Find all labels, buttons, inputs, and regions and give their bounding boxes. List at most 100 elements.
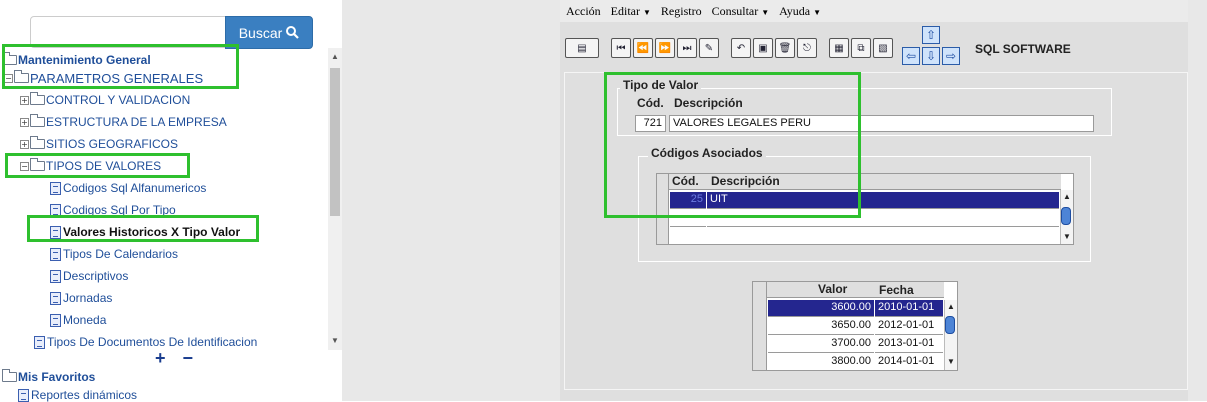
tree-item-label: Mantenimiento General [18,53,151,67]
codigos-scroll-thumb[interactable] [1061,207,1071,225]
copy-icon[interactable]: ⧉ [851,38,871,58]
collapse-icon[interactable]: − [20,161,29,171]
print-icon[interactable]: ▧ [873,38,893,58]
tree-item-valores-historicos[interactable]: Valores Historicos X Tipo Valor [50,222,240,242]
scroll-down-icon[interactable]: ▼ [330,336,340,348]
delete-icon[interactable]: 🗑 [775,38,795,58]
tree-item-mantenimiento-general[interactable]: Mantenimiento General [2,50,151,70]
scroll-down-icon[interactable]: ▼ [945,357,957,369]
codigo-cell[interactable] [670,228,706,245]
arrow-left-icon[interactable]: ⇦ [902,47,920,65]
row-selector-gutter [657,174,669,244]
tree-item-label: Descriptivos [63,269,129,283]
col-fecha-header: Fecha [879,283,914,297]
menu-bar: Acción Editar ▼ Registro Consultar ▼ Ayuda… [560,0,1188,22]
expand-icon[interactable]: + [20,95,29,105]
valor-cell[interactable]: 3650.00 [768,318,874,335]
tree-scroll-thumb[interactable] [330,68,340,216]
tree-item-codigos-sql-por-tipo[interactable]: Codigos Sql Por Tipo [50,200,176,220]
descripcion-cell[interactable]: UIT [707,192,1059,209]
document-icon [50,313,61,327]
tipo-valor-legend: Tipo de Valor [620,78,702,92]
arrow-up-icon[interactable]: ⇧ [922,26,940,44]
scroll-up-icon[interactable]: ▲ [330,52,340,64]
previous-page-icon[interactable]: ⏪ [633,38,653,58]
fecha-cell[interactable]: 2013-01-01 [875,336,943,353]
dropdown-arrow-icon: ▼ [642,7,651,17]
save-icon[interactable]: ▣ [753,38,773,58]
codigo-cell[interactable] [670,210,706,227]
database-icon[interactable]: ▤ [565,38,599,58]
folder-open-icon [2,52,17,65]
navigation-arrows: ⇧ ⇦ ⇩ ⇨ [898,26,964,68]
valor-cell[interactable]: 3700.00 [768,336,874,353]
menu-registro[interactable]: Registro [661,4,702,19]
menu-label: Consultar [711,3,759,18]
first-record-icon[interactable]: ⏮ [611,38,631,58]
expand-collapse-all[interactable]: + − [155,348,199,369]
valor-cell[interactable]: 3800.00 [768,354,874,371]
report-icon[interactable]: ▦ [829,38,849,58]
tree-item-tipos-de-valores[interactable]: − TIPOS DE VALORES [20,156,161,176]
favorites-root[interactable]: Mis Favoritos [2,369,95,384]
tree-item-label: PARAMETROS GENERALES [30,70,204,86]
search-input[interactable] [30,16,226,48]
cod-input[interactable]: 721 [635,115,666,132]
tree-item-tipos-calendarios[interactable]: Tipos De Calendarios [50,244,178,264]
favorite-item-label: Reportes dinámicos [31,388,138,402]
valor-cell[interactable]: 3600.00 [768,300,874,317]
tree-item-estructura-empresa[interactable]: + ESTRUCTURA DE LA EMPRESA [20,112,227,132]
fecha-cell[interactable]: 2014-01-01 [875,354,943,371]
document-icon [50,247,61,261]
next-page-icon[interactable]: ⏩ [655,38,675,58]
descripcion-input[interactable]: VALORES LEGALES PERU [669,115,1094,132]
codigos-asociados-legend: Códigos Asociados [648,146,766,160]
tree-item-moneda[interactable]: Moneda [50,310,106,330]
codigo-cell[interactable]: 25 [670,192,706,209]
tree-item-descriptivos[interactable]: Descriptivos [50,266,128,286]
brand-label: SQL SOFTWARE [975,42,1071,56]
search-button[interactable]: Buscar [225,16,313,49]
col-cod-header: Cód. [672,174,699,188]
tree-item-codigos-sql-alfanumericos[interactable]: Codigos Sql Alfanumericos [50,178,206,198]
folder-icon [30,136,45,149]
menu-consultar[interactable]: Consultar ▼ [712,4,770,19]
scroll-up-icon[interactable]: ▲ [1061,192,1073,204]
folder-icon [30,114,45,127]
tree-item-jornadas[interactable]: Jornadas [50,288,112,308]
expand-icon[interactable]: + [20,117,29,127]
document-icon [18,388,29,402]
favorite-item-reportes[interactable]: Reportes dinámicos [18,388,137,402]
descripcion-cell[interactable] [707,210,1059,227]
tree-item-label: ESTRUCTURA DE LA EMPRESA [46,115,227,129]
tree-item-label: Tipos De Documentos De Identificacion [47,335,258,349]
tree-item-parametros-generales[interactable]: − PARAMETROS GENERALES [4,68,203,88]
fecha-cell[interactable]: 2012-01-01 [875,318,943,335]
dropdown-arrow-icon: ▼ [761,7,770,17]
edit-icon[interactable]: ✎ [699,38,719,58]
undo-icon[interactable]: ↶ [731,38,751,58]
last-record-icon[interactable]: ⏭ [677,38,697,58]
collapse-icon[interactable]: − [4,73,13,83]
menu-editar[interactable]: Editar ▼ [611,4,651,19]
fecha-cell[interactable]: 2010-01-01 [875,300,943,317]
menu-ayuda[interactable]: Ayuda ▼ [779,4,821,19]
document-icon [50,291,61,305]
exit-icon[interactable]: ⎋ [797,38,817,58]
arrow-down-icon[interactable]: ⇩ [922,47,940,65]
menu-accion[interactable]: Acción [566,4,601,19]
arrow-right-icon[interactable]: ⇨ [942,47,960,65]
tree-item-label: Tipos De Calendarios [63,247,178,261]
expand-icon[interactable]: + [20,139,29,149]
scroll-up-icon[interactable]: ▲ [945,302,957,314]
descripcion-cell[interactable] [707,228,1059,245]
descripcion-label: Descripción [674,96,743,110]
menu-tree: Mantenimiento General − PARAMETROS GENER… [0,48,328,350]
tree-item-label: Moneda [63,313,107,327]
tree-item-tipos-documentos[interactable]: Tipos De Documentos De Identificacion [34,332,257,350]
tree-item-control-validacion[interactable]: + CONTROL Y VALIDACION [20,90,190,110]
tree-item-sitios-geograficos[interactable]: + SITIOS GEOGRAFICOS [20,134,178,154]
scroll-down-icon[interactable]: ▼ [1061,232,1073,244]
document-icon [50,203,61,217]
valores-scroll-thumb[interactable] [945,316,955,334]
